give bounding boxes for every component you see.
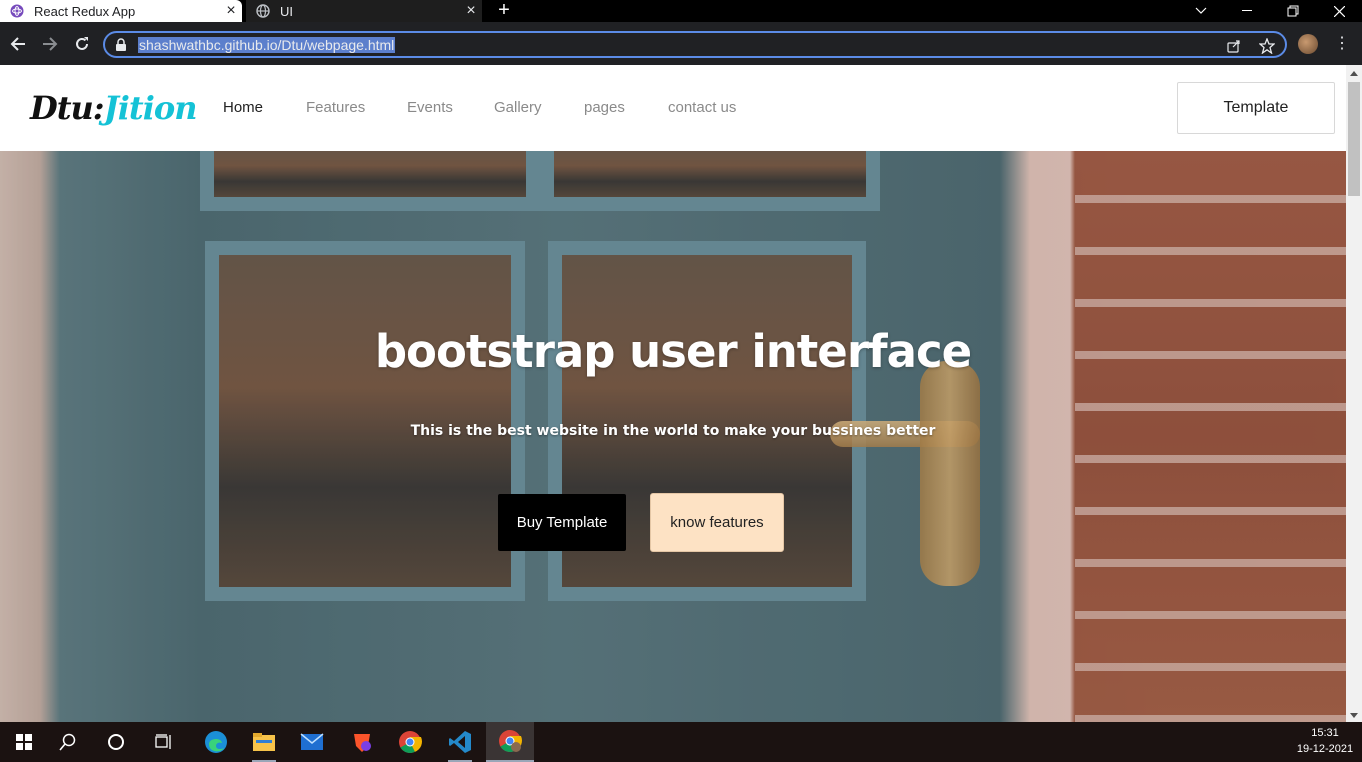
chrome-profile-icon[interactable] — [486, 722, 534, 762]
logo-part-2: Jition — [103, 89, 198, 127]
tab-search-icon[interactable] — [1178, 0, 1224, 22]
page-scrollbar[interactable] — [1346, 65, 1362, 722]
minimize-icon[interactable] — [1224, 0, 1270, 22]
profile-avatar[interactable] — [1298, 34, 1318, 54]
browser-tab-strip: React Redux App × UI × + — [0, 0, 1362, 22]
restore-icon[interactable] — [1270, 0, 1316, 22]
menu-kebab-icon[interactable]: ⋮ — [1334, 34, 1350, 54]
address-bar[interactable]: shashwathbc.github.io/Dtu/webpage.html — [103, 31, 1287, 58]
globe-icon — [256, 4, 270, 18]
scroll-up-icon[interactable] — [1350, 71, 1358, 76]
buy-template-button[interactable]: Buy Template — [498, 494, 626, 551]
nav-features[interactable]: Features — [306, 99, 365, 116]
mail-icon[interactable] — [288, 722, 336, 762]
edge-icon[interactable] — [192, 722, 240, 762]
hero-subtitle: This is the best website in the world to… — [410, 423, 936, 439]
nav-contact-us[interactable]: contact us — [668, 99, 736, 116]
back-icon[interactable] — [6, 32, 30, 56]
chrome-icon[interactable] — [386, 722, 434, 762]
tab-ui[interactable]: UI × — [246, 0, 482, 22]
template-button[interactable]: Template — [1177, 82, 1335, 134]
tab-close-icon[interactable]: × — [220, 3, 242, 19]
scrollbar-thumb[interactable] — [1348, 82, 1360, 196]
react-redux-favicon-icon — [10, 4, 24, 18]
reload-icon[interactable] — [70, 32, 94, 56]
nav-events[interactable]: Events — [407, 99, 453, 116]
bookmark-star-icon[interactable] — [1259, 38, 1275, 54]
lock-icon[interactable] — [115, 38, 129, 52]
site-logo[interactable]: Dtu:Jition — [30, 89, 198, 127]
nav-gallery[interactable]: Gallery — [494, 99, 542, 116]
task-view-icon[interactable] — [140, 722, 188, 762]
brave-browser-icon[interactable] — [338, 722, 386, 762]
clock-time: 15:31 — [1311, 727, 1339, 739]
forward-icon[interactable] — [38, 32, 62, 56]
url-text[interactable]: shashwathbc.github.io/Dtu/webpage.html — [138, 37, 396, 53]
know-features-button[interactable]: know features — [650, 493, 784, 552]
windows-taskbar: 15:31 19-12-2021 — [0, 722, 1362, 762]
site-navbar: Dtu:Jition Home Features Events Gallery … — [0, 65, 1346, 151]
hero-title: bootstrap user interface — [374, 325, 972, 378]
logo-part-1: Dtu: — [30, 89, 105, 127]
tab-title: React Redux App — [34, 3, 136, 19]
clock-date: 19-12-2021 — [1296, 743, 1354, 755]
new-tab-button[interactable]: + — [492, 0, 516, 22]
system-clock[interactable]: 15:31 19-12-2021 — [1290, 725, 1360, 757]
cortana-icon[interactable] — [92, 722, 140, 762]
tab-react-redux-app[interactable]: React Redux App × — [0, 0, 242, 22]
vscode-icon[interactable] — [436, 722, 484, 762]
tab-close-icon[interactable]: × — [460, 3, 482, 19]
nav-home[interactable]: Home — [223, 99, 263, 116]
share-icon[interactable] — [1226, 38, 1242, 54]
file-explorer-icon[interactable] — [240, 722, 288, 762]
search-icon[interactable] — [44, 722, 92, 762]
hero-section: bootstrap user interface This is the bes… — [0, 151, 1346, 722]
browser-toolbar: shashwathbc.github.io/Dtu/webpage.html ⋮ — [0, 22, 1362, 65]
windows-start-icon[interactable] — [0, 722, 48, 762]
nav-pages[interactable]: pages — [584, 99, 625, 116]
web-page: Dtu:Jition Home Features Events Gallery … — [0, 65, 1346, 722]
tab-title: UI — [280, 3, 293, 19]
close-window-icon[interactable] — [1316, 0, 1362, 22]
scroll-down-icon[interactable] — [1350, 713, 1358, 718]
